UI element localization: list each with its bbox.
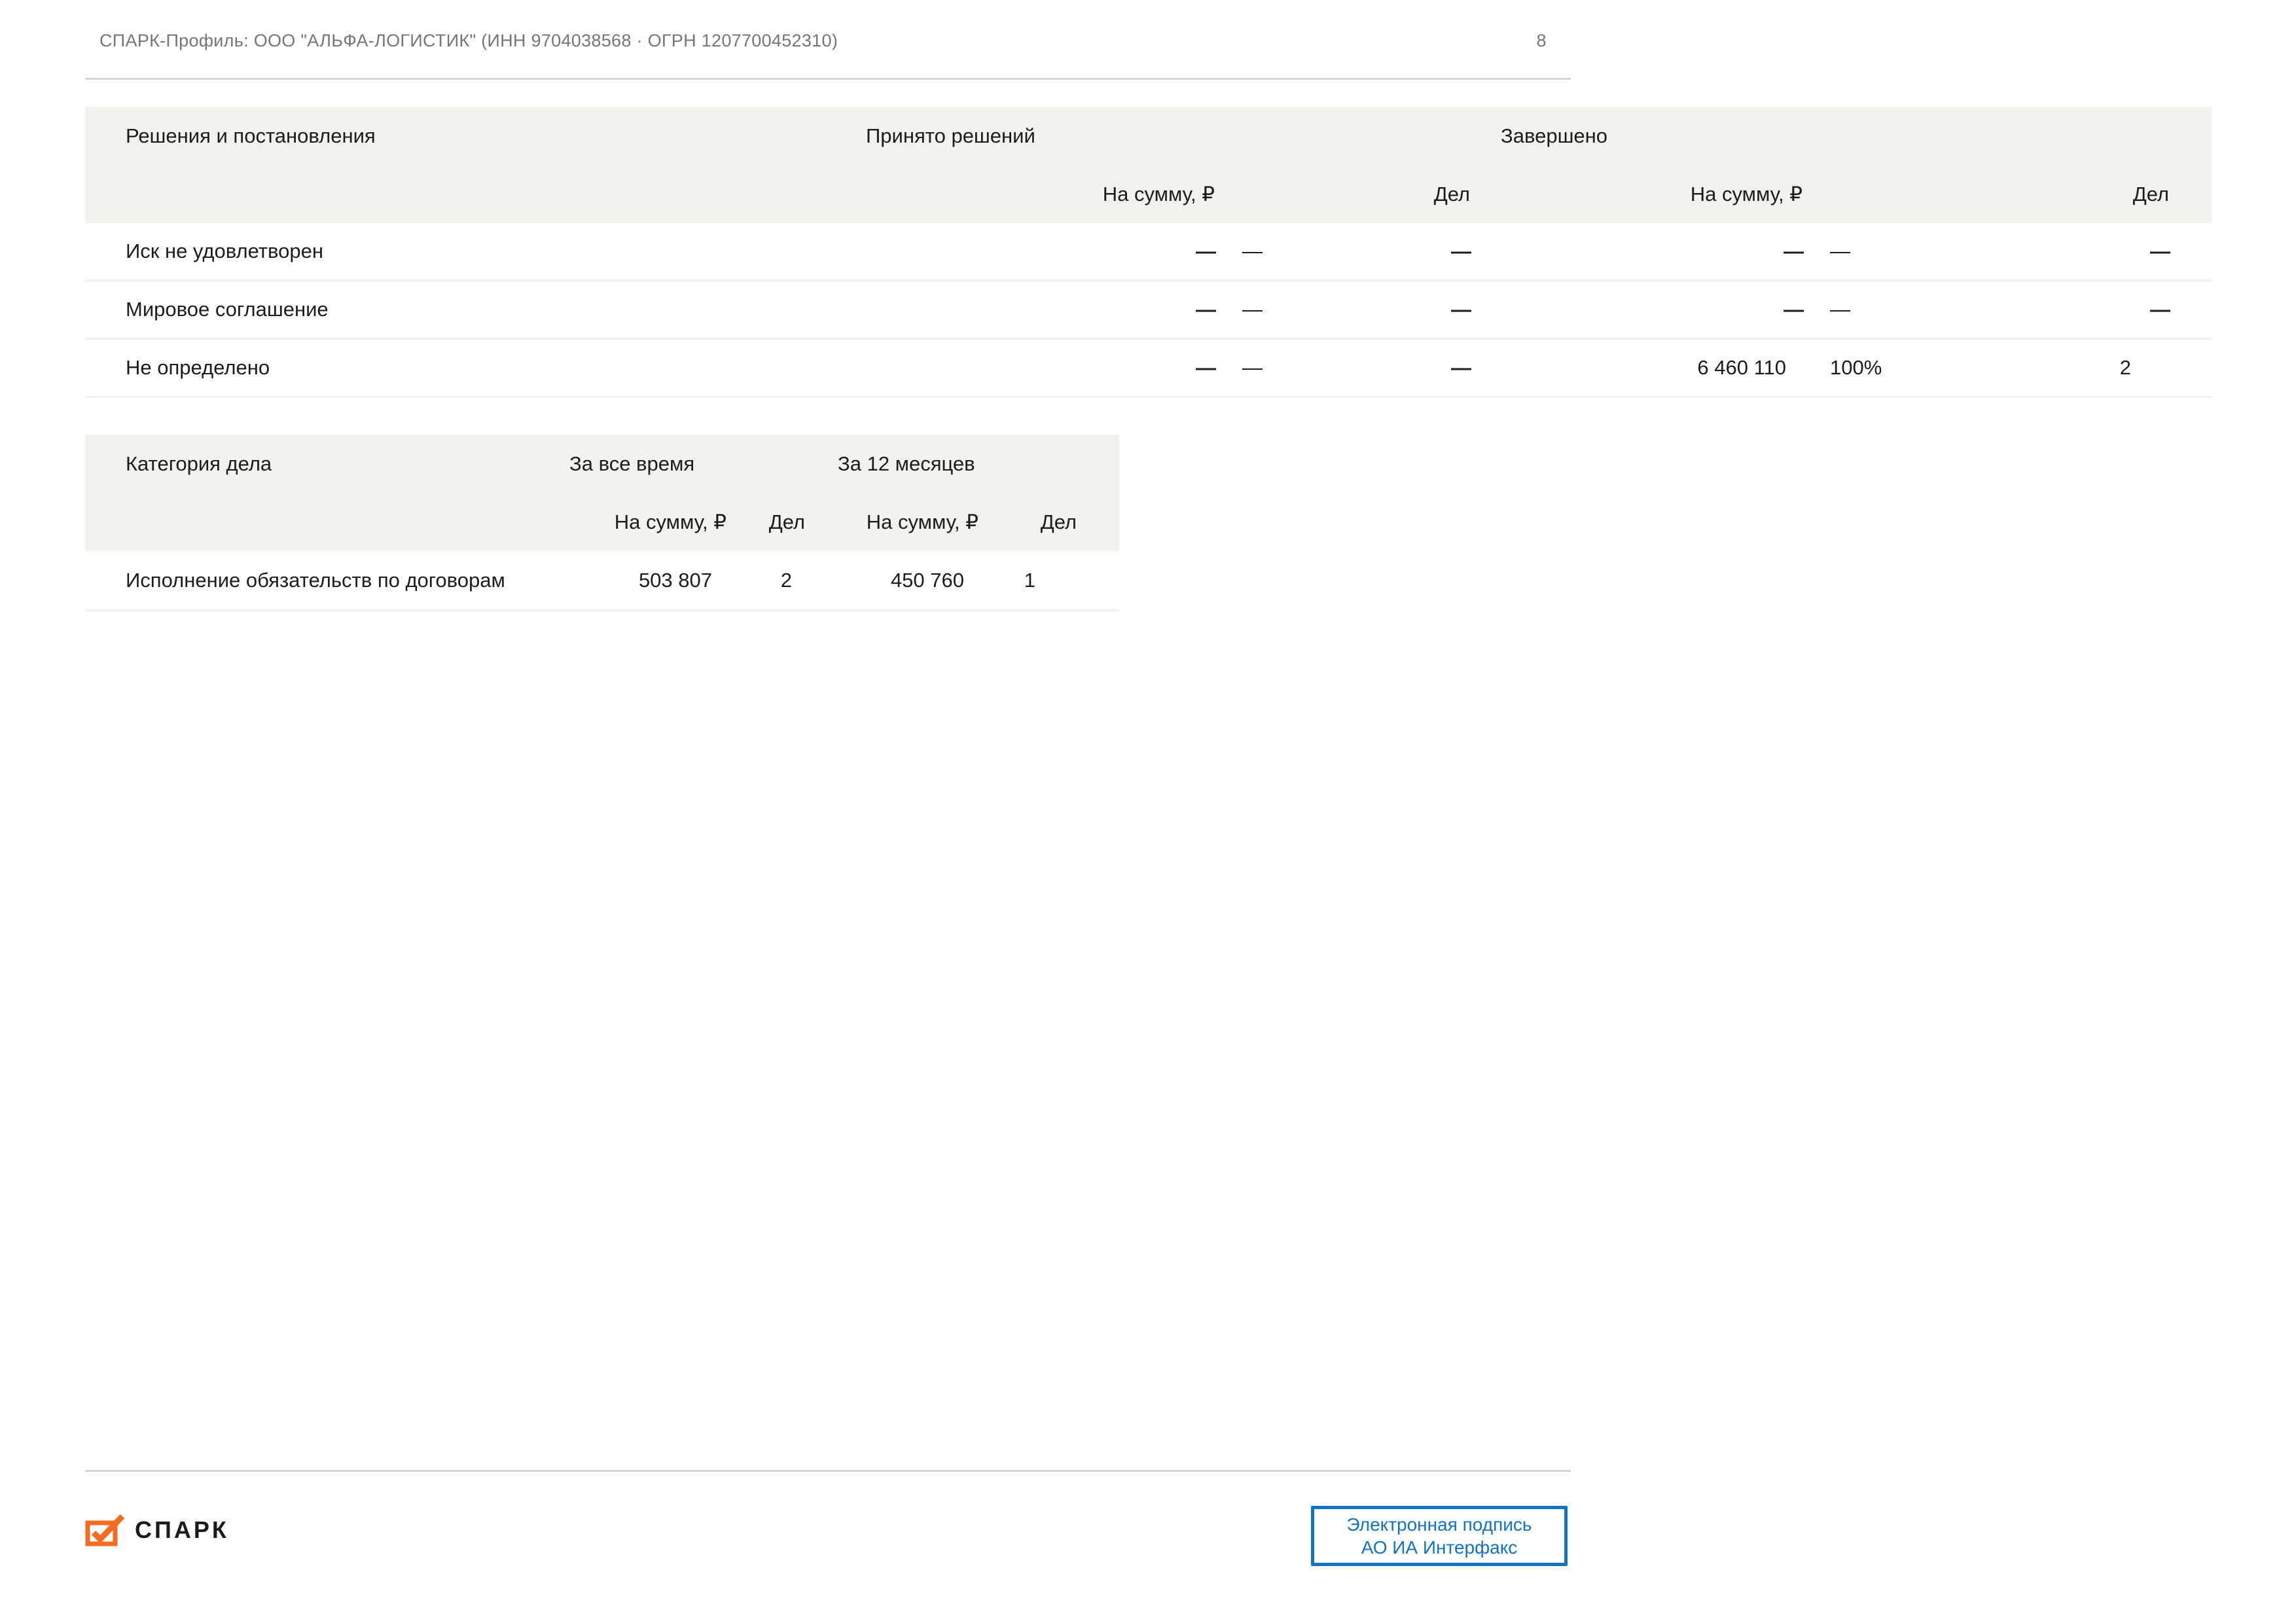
header-divider: [85, 78, 1571, 80]
column-group-all-time: За все время: [569, 452, 695, 475]
table-row-settlement: Мировое соглашение — — — — — —: [85, 281, 2212, 340]
value-sum-accepted: —: [1196, 240, 1216, 262]
empty-header-cell: [85, 493, 563, 551]
page-number: 8: [1536, 31, 1547, 50]
value-sum-12-months-link[interactable]: 450 760: [805, 551, 978, 609]
spark-checkmark-icon: [85, 1514, 125, 1546]
column-group-accepted: Принято решений: [866, 124, 1035, 147]
value-pct-accepted: —: [1242, 356, 1263, 379]
electronic-signature-button[interactable]: Электронная подпись АО ИА Интерфакс: [1311, 1506, 1568, 1566]
value-pct-finished: —: [1830, 240, 1850, 262]
col-header-cases-accepted: Дел: [1433, 182, 1470, 205]
row-label: Исполнение обязательств по договорам: [126, 568, 505, 592]
row-label: Не определено: [126, 356, 270, 379]
value-cases-12-months-link[interactable]: 1: [978, 551, 1077, 609]
value-cases-finished: —: [2150, 240, 2170, 262]
value-cases-accepted: —: [1451, 356, 1471, 379]
empty-header-cell: [85, 165, 844, 223]
col-header-sum-12-months: На сумму, ₽: [866, 510, 978, 533]
document-title: СПАРК-Профиль: ООО "АЛЬФА-ЛОГИСТИК" (ИНН…: [99, 31, 838, 50]
value-sum-accepted: —: [1196, 356, 1216, 379]
category-table-header: Категория дела За все время За 12 месяце…: [85, 435, 1119, 551]
footer-divider: [85, 1470, 1571, 1472]
value-sum-accepted: —: [1196, 298, 1216, 321]
col-header-sum-accepted: На сумму, ₽: [1102, 182, 1215, 205]
value-cases-all-time-link[interactable]: 2: [726, 551, 805, 609]
empty-header-cell: [1803, 165, 1892, 223]
value-pct-accepted: —: [1242, 298, 1263, 321]
decisions-table-header: Решения и постановления Принято решений …: [85, 107, 2212, 223]
value-sum-finished: —: [1784, 298, 1804, 321]
value-cases-accepted: —: [1451, 298, 1471, 321]
column-group-finished: Завершено: [1501, 124, 1608, 147]
column-group-12-months: За 12 месяцев: [838, 452, 975, 475]
value-pct-accepted: —: [1242, 240, 1263, 262]
empty-header-cell: [1215, 165, 1302, 223]
value-sum-finished: —: [1784, 240, 1804, 262]
table-row-undetermined: Не определено — — — 6 460 110 100% 2: [85, 340, 2212, 398]
value-sum-all-time-link[interactable]: 503 807: [563, 551, 726, 609]
value-cases-accepted: —: [1451, 240, 1471, 262]
report-page: СПАРК-Профиль: ООО "АЛЬФА-ЛОГИСТИК" (ИНН…: [0, 0, 2296, 1623]
value-pct-finished: —: [1830, 298, 1850, 321]
category-table-title: Категория дела: [126, 452, 272, 475]
col-header-sum-all-time: На сумму, ₽: [614, 510, 726, 533]
decisions-table: Решения и постановления Принято решений …: [85, 107, 2212, 398]
signature-line-2: АО ИА Интерфакс: [1361, 1537, 1518, 1558]
value-pct-finished: 100%: [1830, 356, 1882, 379]
signature-line-1: Электронная подпись: [1346, 1514, 1532, 1535]
col-header-cases-finished: Дел: [2132, 182, 2169, 205]
col-header-sum-finished: На сумму, ₽: [1690, 182, 1803, 205]
spark-logo-text: СПАРК: [135, 1516, 229, 1543]
table-row-claim-denied: Иск не удовлетворен — — — — — —: [85, 223, 2212, 281]
table-row-contract-obligations: Исполнение обязательств по договорам 503…: [85, 551, 1119, 611]
category-table: Категория дела За все время За 12 месяце…: [85, 435, 1119, 611]
row-label: Мировое соглашение: [126, 298, 329, 321]
value-cases-finished-link[interactable]: 2: [1892, 340, 2169, 396]
decisions-table-title: Решения и постановления: [126, 124, 376, 147]
row-label: Иск не удовлетворен: [126, 240, 323, 262]
value-cases-finished: —: [2150, 298, 2170, 321]
col-header-cases-all-time: Дел: [768, 510, 805, 533]
spark-logo: СПАРК: [85, 1513, 229, 1547]
value-sum-finished-link[interactable]: 6 460 110: [1470, 340, 1803, 396]
col-header-cases-12-months: Дел: [1040, 510, 1077, 533]
